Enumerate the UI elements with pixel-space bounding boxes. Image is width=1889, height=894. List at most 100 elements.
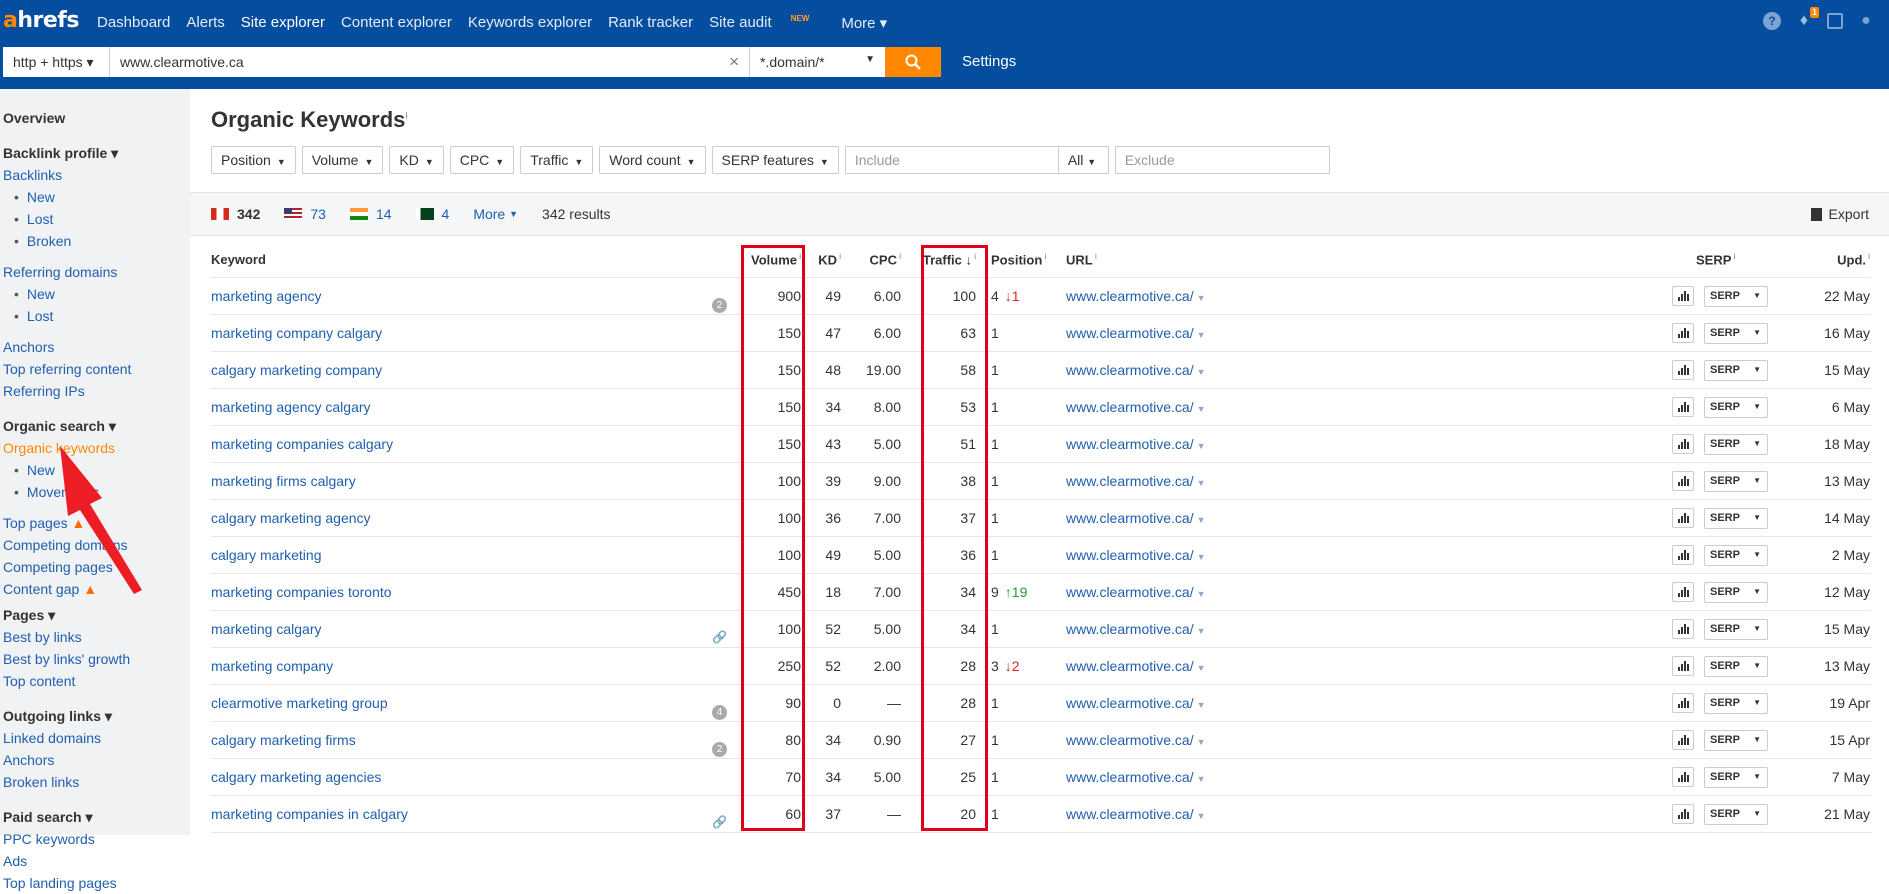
sidebar-top-landing-pages[interactable]: Top landing pages [0, 872, 190, 894]
sidebar-backlinks-broken[interactable]: Broken [0, 230, 190, 252]
country-us[interactable]: 73 [284, 206, 326, 222]
country-ca[interactable]: 342 [211, 206, 260, 222]
serp-button[interactable]: SERP ▼ [1704, 322, 1768, 344]
url-link[interactable]: www.clearmotive.ca/▼ [1066, 769, 1206, 785]
ahrefs-logo[interactable]: ahrefs [3, 8, 79, 33]
keyword-link[interactable]: marketing companies in calgary [211, 806, 408, 822]
col-keyword[interactable]: Keyword [211, 252, 741, 267]
url-link[interactable]: www.clearmotive.ca/▼ [1066, 510, 1206, 526]
chart-icon[interactable] [1672, 582, 1694, 602]
nav-site-explorer[interactable]: Site explorer [241, 14, 325, 32]
url-link[interactable]: www.clearmotive.ca/▼ [1066, 547, 1206, 563]
serp-count-icon[interactable]: 2 [712, 742, 727, 757]
bell-icon[interactable]: ♦ 1 [1795, 7, 1819, 30]
serp-button[interactable]: SERP ▼ [1704, 544, 1768, 566]
serp-button[interactable]: SERP ▼ [1704, 729, 1768, 751]
chart-icon[interactable] [1672, 656, 1694, 676]
serp-button[interactable]: SERP ▼ [1704, 766, 1768, 788]
filter-volume[interactable]: Volume ▼ [301, 146, 384, 174]
keyword-link[interactable]: marketing firms calgary [211, 473, 356, 489]
nav-more[interactable]: More ▾ [841, 14, 887, 32]
serp-button[interactable]: SERP ▼ [1704, 285, 1768, 307]
sidebar-outgoing-links[interactable]: Outgoing links ▾ [0, 705, 190, 727]
keyword-link[interactable]: marketing company calgary [211, 325, 382, 341]
sidebar-broken-links[interactable]: Broken links [0, 771, 190, 793]
filter-kd[interactable]: KD ▼ [389, 146, 444, 174]
sidebar-backlinks-new[interactable]: New [0, 186, 190, 208]
url-link[interactable]: www.clearmotive.ca/▼ [1066, 362, 1206, 378]
url-link[interactable]: www.clearmotive.ca/▼ [1066, 658, 1206, 674]
col-position[interactable]: Position i [976, 252, 1066, 267]
sidebar-anchors[interactable]: Anchors [0, 336, 190, 358]
url-link[interactable]: www.clearmotive.ca/▼ [1066, 399, 1206, 415]
keyword-link[interactable]: marketing agency calgary [211, 399, 371, 415]
serp-button[interactable]: SERP ▼ [1704, 507, 1768, 529]
chart-icon[interactable] [1672, 360, 1694, 380]
url-link[interactable]: www.clearmotive.ca/▼ [1066, 621, 1206, 637]
sidebar-pages[interactable]: Pages ▾ [0, 604, 190, 626]
keyword-link[interactable]: clearmotive marketing group [211, 695, 388, 711]
col-cpc[interactable]: CPC i [841, 252, 901, 267]
chart-icon[interactable] [1672, 545, 1694, 565]
sidebar-outgoing-anchors[interactable]: Anchors [0, 749, 190, 771]
settings-link[interactable]: Settings [962, 53, 1016, 70]
url-link[interactable]: www.clearmotive.ca/▼ [1066, 806, 1206, 822]
serp-count-icon[interactable]: 2 [712, 298, 727, 313]
keyword-link[interactable]: marketing calgary [211, 621, 322, 637]
monitor-icon[interactable] [1827, 13, 1843, 29]
nav-keywords-explorer[interactable]: Keywords explorer [468, 14, 592, 32]
sidebar-top-referring-content[interactable]: Top referring content [0, 358, 190, 380]
url-link[interactable]: www.clearmotive.ca/▼ [1066, 325, 1206, 341]
url-link[interactable]: www.clearmotive.ca/▼ [1066, 695, 1206, 711]
nav-rank-tracker[interactable]: Rank tracker [608, 14, 693, 32]
country-in[interactable]: 14 [349, 206, 392, 222]
chart-icon[interactable] [1672, 397, 1694, 417]
chart-icon[interactable] [1672, 434, 1694, 454]
nav-content-explorer[interactable]: Content explorer [341, 14, 452, 32]
serp-button[interactable]: SERP ▼ [1704, 803, 1768, 825]
mode-select[interactable]: *.domain/* ▼ [750, 47, 885, 77]
exclude-input[interactable]: Exclude [1114, 146, 1330, 174]
serp-button[interactable]: SERP ▼ [1704, 581, 1768, 603]
col-serp[interactable]: SERP i [1696, 252, 1786, 267]
clear-icon[interactable]: × [729, 52, 739, 72]
export-button[interactable]: Export [1810, 206, 1869, 222]
serp-button[interactable]: SERP ▼ [1704, 359, 1768, 381]
keyword-link[interactable]: calgary marketing agency [211, 510, 371, 526]
serp-button[interactable]: SERP ▼ [1704, 692, 1768, 714]
url-input[interactable]: www.clearmotive.ca × [110, 47, 750, 77]
sidebar-rd-new[interactable]: New [0, 283, 190, 305]
sidebar-linked-domains[interactable]: Linked domains [0, 727, 190, 749]
sidebar-overview[interactable]: Overview [0, 107, 190, 129]
serp-button[interactable]: SERP ▼ [1704, 618, 1768, 640]
more-countries[interactable]: More ▼ [473, 206, 518, 222]
sidebar-referring-domains[interactable]: Referring domains [0, 261, 190, 283]
url-link[interactable]: www.clearmotive.ca/▼ [1066, 732, 1206, 748]
chart-icon[interactable] [1672, 508, 1694, 528]
sidebar-backlink-profile[interactable]: Backlink profile ▾ [0, 142, 190, 164]
serp-button[interactable]: SERP ▼ [1704, 470, 1768, 492]
filter-word-count[interactable]: Word count ▼ [599, 146, 706, 174]
link-icon[interactable]: 🔗 [712, 815, 727, 829]
chart-icon[interactable] [1672, 767, 1694, 787]
keyword-link[interactable]: calgary marketing [211, 547, 322, 563]
filter-serp-features[interactable]: SERP features ▼ [711, 146, 839, 174]
sidebar-best-by-links[interactable]: Best by links [0, 626, 190, 648]
col-kd[interactable]: KD i [801, 252, 841, 267]
chart-icon[interactable] [1672, 730, 1694, 750]
serp-button[interactable]: SERP ▼ [1704, 433, 1768, 455]
include-mode-select[interactable]: All ▼ [1058, 146, 1109, 174]
serp-count-icon[interactable]: 4 [712, 705, 727, 720]
col-url[interactable]: URL i [1066, 252, 1696, 267]
keyword-link[interactable]: marketing companies toronto [211, 584, 392, 600]
keyword-link[interactable]: calgary marketing firms [211, 732, 356, 748]
url-link[interactable]: www.clearmotive.ca/▼ [1066, 584, 1206, 600]
serp-button[interactable]: SERP ▼ [1704, 655, 1768, 677]
sidebar-best-by-links-growth[interactable]: Best by links' growth [0, 648, 190, 670]
sidebar-rd-lost[interactable]: Lost [0, 305, 190, 327]
filter-traffic[interactable]: Traffic ▼ [520, 146, 594, 174]
chart-icon[interactable] [1672, 471, 1694, 491]
search-button[interactable] [885, 47, 941, 77]
help-icon[interactable]: ? [1763, 12, 1781, 30]
chart-icon[interactable] [1672, 804, 1694, 824]
